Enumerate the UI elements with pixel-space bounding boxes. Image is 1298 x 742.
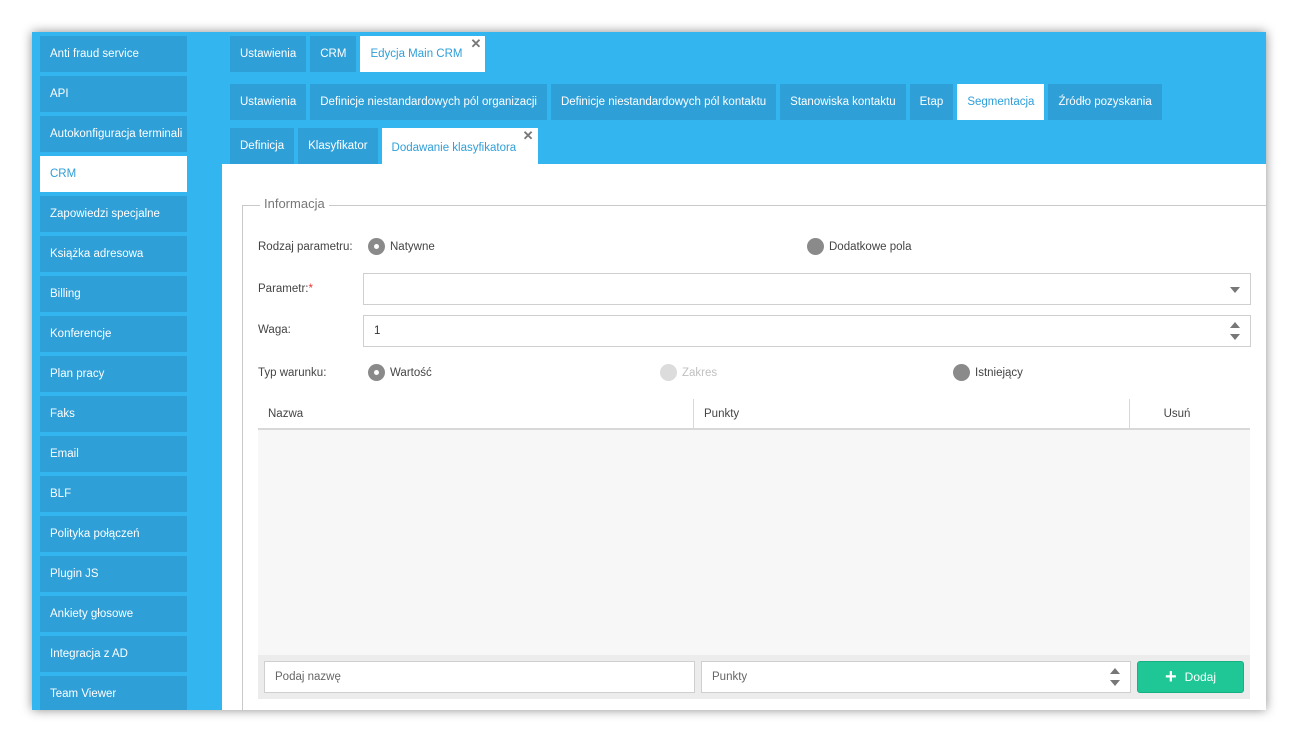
tab-ustawienia[interactable]: Ustawienia <box>230 36 307 72</box>
parametr-label: Parametr:* <box>258 283 313 295</box>
tabs-level-2: Ustawienia Definicje niestandardowych pó… <box>230 84 1166 120</box>
sidebar-item-faks[interactable]: Faks <box>40 396 187 432</box>
plus-icon: + <box>1164 666 1177 688</box>
sidebar-item-ksiazka[interactable]: Książka adresowa <box>40 236 187 272</box>
tab-ustawienia-crm[interactable]: Ustawienia <box>230 84 307 120</box>
required-mark: * <box>308 283 313 295</box>
sidebar: Anti fraud service API Autokonfiguracja … <box>40 36 187 710</box>
waga-label: Waga: <box>258 324 291 336</box>
tab-edycja-main-crm[interactable]: Edycja Main CRM ✕ <box>360 36 486 72</box>
spinner-icon[interactable] <box>1110 668 1120 686</box>
sidebar-item-autokonfiguracja[interactable]: Autokonfiguracja terminali <box>40 116 187 152</box>
table-header: Nazwa Punkty Usuń <box>258 399 1250 430</box>
radio-label: Zakres <box>682 366 718 379</box>
points-input[interactable]: Punkty <box>701 661 1131 693</box>
radio-unselected-icon <box>807 238 824 255</box>
points-table: Nazwa Punkty Usuń Podaj nazwę Punkty + D… <box>258 399 1250 710</box>
tabs-level-3: Definicja Klasyfikator Dodawanie klasyfi… <box>230 128 542 168</box>
sidebar-item-api[interactable]: API <box>40 76 187 112</box>
radio-zakres: Zakres <box>660 364 717 381</box>
tab-zrodlo-pozyskania[interactable]: Źródło pozyskania <box>1048 84 1162 120</box>
sidebar-item-blf[interactable]: BLF <box>40 476 187 512</box>
app-window: Anti fraud service API Autokonfiguracja … <box>32 32 1266 710</box>
name-placeholder: Podaj nazwę <box>275 671 341 683</box>
close-icon[interactable]: ✕ <box>471 37 482 50</box>
tab-segmentacja[interactable]: Segmentacja <box>957 84 1045 120</box>
tab-definicja[interactable]: Definicja <box>230 128 295 164</box>
radio-istniejacy[interactable]: Istniejący <box>953 364 1023 381</box>
radio-wartosc[interactable]: Wartość <box>368 364 432 381</box>
sidebar-item-billing[interactable]: Billing <box>40 276 187 312</box>
radio-label: Dodatkowe pola <box>829 240 912 253</box>
sidebar-item-ankiety[interactable]: Ankiety głosowe <box>40 596 187 632</box>
tab-pola-kontaktu[interactable]: Definicje niestandardowych pól kontaktu <box>550 84 777 120</box>
col-usun: Usuń <box>1163 407 1191 420</box>
name-input[interactable]: Podaj nazwę <box>264 661 695 693</box>
sidebar-item-zapowiedzi[interactable]: Zapowiedzi specjalne <box>40 196 187 232</box>
radio-label: Wartość <box>390 366 432 379</box>
tab-pola-organizacji[interactable]: Definicje niestandardowych pól organizac… <box>310 84 547 120</box>
tab-label: Edycja Main CRM <box>370 48 463 60</box>
radio-disabled-icon <box>660 364 677 381</box>
spinner-icon[interactable] <box>1230 322 1240 340</box>
radio-unselected-icon <box>953 364 970 381</box>
tab-label: Dodawanie klasyfikatora <box>391 142 517 154</box>
waga-value: 1 <box>374 325 381 337</box>
sidebar-item-team-viewer[interactable]: Team Viewer <box>40 676 187 710</box>
sidebar-item-integracja-ad[interactable]: Integracja z AD <box>40 636 187 672</box>
tab-stanowiska-kontaktu[interactable]: Stanowiska kontaktu <box>780 84 906 120</box>
chevron-down-icon <box>1230 287 1240 293</box>
waga-input[interactable]: 1 <box>363 315 1251 347</box>
sidebar-item-polityka[interactable]: Polityka połączeń <box>40 516 187 552</box>
sidebar-item-plan-pracy[interactable]: Plan pracy <box>40 356 187 392</box>
radio-dodatkowe-pola[interactable]: Dodatkowe pola <box>807 238 911 255</box>
tab-klasyfikator[interactable]: Klasyfikator <box>298 128 378 164</box>
add-button-label: Dodaj <box>1184 670 1217 684</box>
radio-selected-icon <box>368 238 385 255</box>
tab-crm[interactable]: CRM <box>310 36 357 72</box>
content-panel: Informacja Rodzaj parametru: Natywne Dod… <box>222 164 1266 710</box>
radio-natywne[interactable]: Natywne <box>368 238 435 255</box>
typ-warunku-label: Typ warunku: <box>258 367 327 379</box>
radio-label: Natywne <box>390 240 435 253</box>
sidebar-item-plugin-js[interactable]: Plugin JS <box>40 556 187 592</box>
col-punkty[interactable]: Punkty <box>694 399 1130 428</box>
sidebar-item-email[interactable]: Email <box>40 436 187 472</box>
col-nazwa[interactable]: Nazwa <box>258 399 694 428</box>
tab-etap[interactable]: Etap <box>909 84 954 120</box>
sidebar-item-konferencje[interactable]: Konferencje <box>40 316 187 352</box>
tabs-level-1: Ustawienia CRM Edycja Main CRM ✕ <box>230 36 489 72</box>
table-body <box>258 430 1250 655</box>
param-type-label: Rodzaj parametru: <box>258 241 353 253</box>
points-placeholder: Punkty <box>712 671 748 683</box>
parametr-select[interactable] <box>363 273 1251 305</box>
table-add-row: Podaj nazwę Punkty + Dodaj <box>258 655 1250 699</box>
radio-selected-icon <box>368 364 385 381</box>
radio-label: Istniejący <box>975 366 1023 379</box>
sidebar-item-crm[interactable]: CRM <box>40 156 187 192</box>
tab-dodawanie-klasyfikatora[interactable]: Dodawanie klasyfikatora ✕ <box>381 128 538 168</box>
add-button[interactable]: + Dodaj <box>1137 661 1244 693</box>
sidebar-item-anti-fraud[interactable]: Anti fraud service <box>40 36 187 72</box>
fieldset-legend: Informacja <box>260 196 329 211</box>
close-icon[interactable]: ✕ <box>523 129 534 142</box>
